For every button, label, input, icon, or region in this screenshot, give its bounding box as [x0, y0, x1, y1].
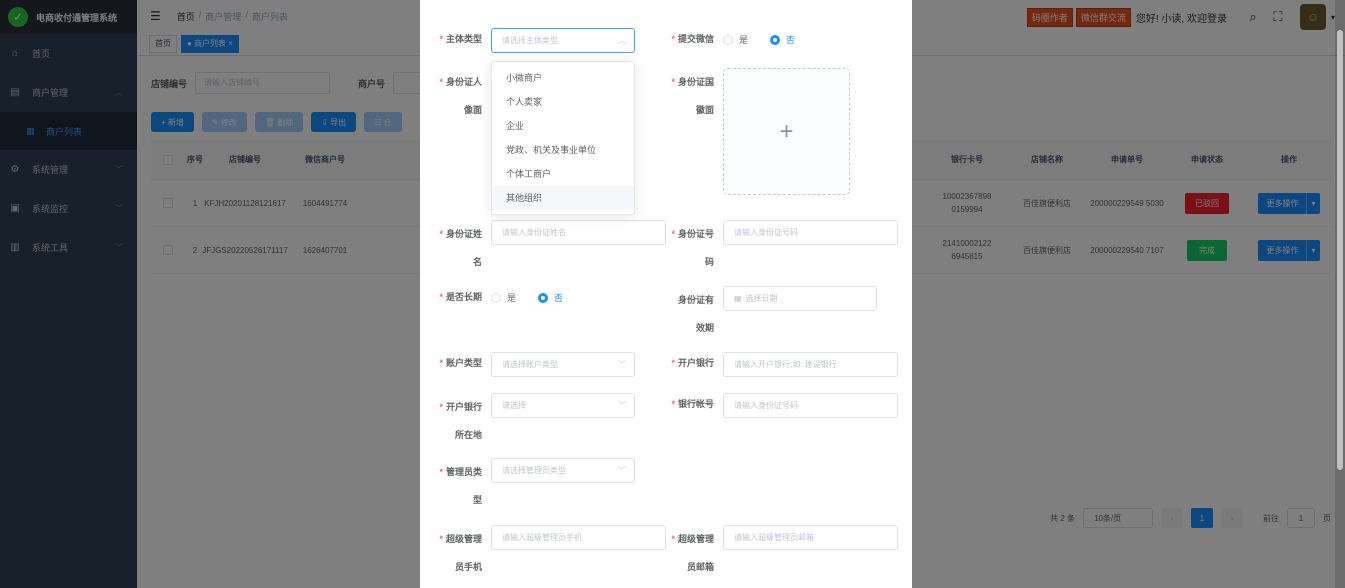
long-term-yes-radio[interactable] [491, 292, 501, 303]
id-back-upload[interactable]: + [723, 68, 850, 195]
id-number-input[interactable]: 请输入身份证号码 [723, 220, 898, 245]
chevron-down-icon: ﹀ [618, 360, 626, 369]
submit-wechat-label: * 提交微信 [671, 34, 714, 44]
admin-phone-input[interactable]: 请输入超级管理员手机 [491, 525, 666, 550]
dropdown-option[interactable]: 企业 [492, 114, 634, 138]
long-term-label: * 是否长期 [439, 292, 482, 302]
chevron-down-icon: ﹀ [618, 401, 626, 410]
plus-icon: + [779, 117, 794, 145]
id-validity-date-picker[interactable]: ▦ 选择日期 [723, 286, 877, 311]
bank-label: * 开户银行 [671, 358, 714, 368]
scrollbar-thumb[interactable] [1337, 30, 1343, 470]
submit-wechat-radio-group: 是 否 [723, 28, 795, 51]
dropdown-option[interactable]: 党政、机关及事业单位 [492, 138, 634, 162]
account-type-label: * 账户类型 [439, 358, 482, 368]
id-name-label: * 身份证姓名 [439, 229, 482, 267]
long-term-radio-group: 是 否 [491, 286, 563, 309]
submit-wechat-no-radio[interactable] [770, 34, 781, 45]
id-number-label: * 身份证号码 [671, 229, 714, 267]
bank-input[interactable]: 请输入开户银行,如: 建设银行 [723, 352, 898, 377]
bank-location-label: * 开户银行 所在地 [439, 402, 482, 440]
calendar-icon: ▦ [734, 294, 742, 303]
radio-label[interactable]: 是 [739, 33, 748, 46]
dropdown-option[interactable]: 个体工商户 [492, 162, 634, 186]
dropdown-option[interactable]: 小微商户 [492, 66, 634, 90]
admin-type-select[interactable]: 请选择管理员类型 ﹀ [491, 458, 635, 483]
bank-location-select[interactable]: 请选择 ﹀ [491, 393, 635, 418]
admin-email-input[interactable]: 请输入超级管理员邮箱 [723, 525, 898, 550]
subject-type-dropdown: 小微商户 个人卖家 企业 党政、机关及事业单位 个体工商户 其他组织 [491, 61, 635, 215]
admin-phone-label: * 超级管理 员手机 [439, 534, 482, 572]
dropdown-option[interactable]: 个人卖家 [492, 90, 634, 114]
bank-account-input[interactable]: 请输入身份证号码 [723, 393, 898, 418]
admin-email-label: * 超级管理 员邮箱 [671, 534, 714, 572]
id-front-label: * 身份证人 像面 [439, 77, 482, 115]
subject-type-label: * 主体类型 [439, 34, 482, 44]
radio-label[interactable]: 否 [554, 291, 563, 304]
subject-type-select[interactable]: 请选择主体类型 ︿ [491, 28, 635, 53]
dropdown-option[interactable]: 其他组织 [492, 186, 634, 210]
submit-wechat-yes-radio[interactable] [723, 34, 733, 45]
long-term-no-radio[interactable] [538, 292, 549, 303]
admin-type-label: * 管理员类型 [439, 467, 482, 505]
bank-account-label: * 银行帐号 [671, 399, 714, 409]
chevron-down-icon: ﹀ [618, 466, 626, 475]
id-name-input[interactable]: 请输入身份证姓名 [491, 220, 666, 245]
account-type-select[interactable]: 请选择账户类型 ﹀ [491, 352, 635, 377]
id-back-label: * 身份证国 徽面 [671, 77, 714, 115]
radio-label[interactable]: 是 [507, 291, 516, 304]
radio-label[interactable]: 否 [786, 33, 795, 46]
page-scrollbar[interactable] [1335, 0, 1345, 588]
chevron-up-icon: ︿ [618, 36, 626, 45]
id-validity-label: 身份证有 效期 [677, 295, 714, 333]
